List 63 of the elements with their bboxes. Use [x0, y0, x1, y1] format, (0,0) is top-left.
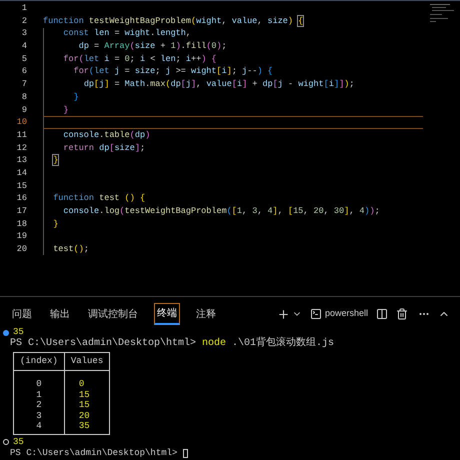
line-number: 6 [20, 65, 27, 78]
code-line: } [62, 104, 69, 116]
code-line: function testWeightBagProblem(wight, value, size) { [43, 14, 304, 28]
table-header: Values [64, 352, 110, 370]
line-number: 18 [16, 218, 27, 230]
terminal-icon[interactable] [310, 308, 322, 320]
line-number: 3 [20, 27, 27, 40]
table-cell: 35 [64, 421, 110, 434]
line-number: 14 [16, 166, 27, 180]
panel-tab[interactable]: 注释 [194, 304, 218, 324]
table-cell: 15 [64, 390, 110, 400]
line-number: 9 [20, 104, 27, 116]
table-cell: 3 [14, 410, 64, 421]
table-cell: 0 [14, 370, 64, 390]
terminal-command-line: PS C:\Users\admin\Desktop\html> node .\01背包滚动数组.js [10, 338, 336, 350]
panel-tab[interactable]: 终端 [154, 303, 180, 325]
split-icon[interactable] [376, 308, 388, 320]
line-number: 13 [16, 154, 27, 167]
line-number: 8 [20, 90, 27, 104]
panel-tab[interactable]: 调试控制台 [86, 304, 140, 324]
line-number: 7 [20, 78, 27, 91]
line-number: 5 [20, 52, 27, 66]
line-number: 10 [16, 116, 27, 129]
add-icon[interactable] [276, 308, 290, 320]
code-line: for(let j = size; j >= wight[i]; j--) { [72, 65, 273, 78]
line-number: 12 [16, 142, 27, 154]
line-number: 4 [20, 40, 27, 53]
line-number: 15 [16, 180, 27, 192]
panel-tab[interactable]: 输出 [48, 304, 72, 324]
code-line: test(); [52, 243, 89, 256]
code-line: return dp[size]; [62, 142, 146, 154]
output-text: 35 [13, 436, 24, 448]
code-line: console.log(testWeightBagProblem([1, 3, 4], [15, 20, 30], 4)); [62, 205, 380, 218]
table-cell: 15 [64, 400, 110, 410]
code-line: const len = wight.length, [62, 27, 191, 40]
line-number: 20 [16, 243, 27, 256]
cursor [182, 448, 188, 458]
code-line: } [52, 218, 58, 230]
code-line: console.table(dp) [62, 128, 150, 142]
code-line: function test () { [52, 192, 146, 205]
minimap-drawing [430, 3, 456, 23]
line-number: 2 [20, 14, 27, 28]
code-line: dp[j] = Math.max(dp[j], value[i] + dp[j - wight[i]]); [82, 78, 354, 91]
table-cell: 1 [14, 390, 64, 400]
table-cell: 20 [64, 410, 110, 421]
code-line: dp = Array(size + 1).fill(0); [78, 40, 227, 53]
shell-name[interactable]: powershell [324, 307, 368, 321]
code-line: } [72, 90, 79, 104]
trash-icon[interactable] [396, 308, 408, 320]
line-number: 17 [16, 205, 27, 218]
table-cell: 4 [14, 421, 64, 434]
code-line: } [52, 154, 58, 167]
line-number: 1 [20, 2, 27, 15]
line-number: 11 [16, 128, 27, 142]
table-header: (index) [14, 352, 64, 370]
table-cell: 2 [14, 400, 64, 410]
line-number: 19 [16, 230, 27, 244]
code-line: for(let i = 0; i < len; i++) { [62, 52, 217, 66]
panel-tab[interactable]: 问题 [10, 304, 34, 324]
output-text: 35 [13, 327, 24, 338]
terminal-prompt: PS C:\Users\admin\Desktop\html> [10, 448, 178, 458]
table-cell: 0 [64, 370, 110, 390]
line-number: 16 [16, 192, 27, 205]
